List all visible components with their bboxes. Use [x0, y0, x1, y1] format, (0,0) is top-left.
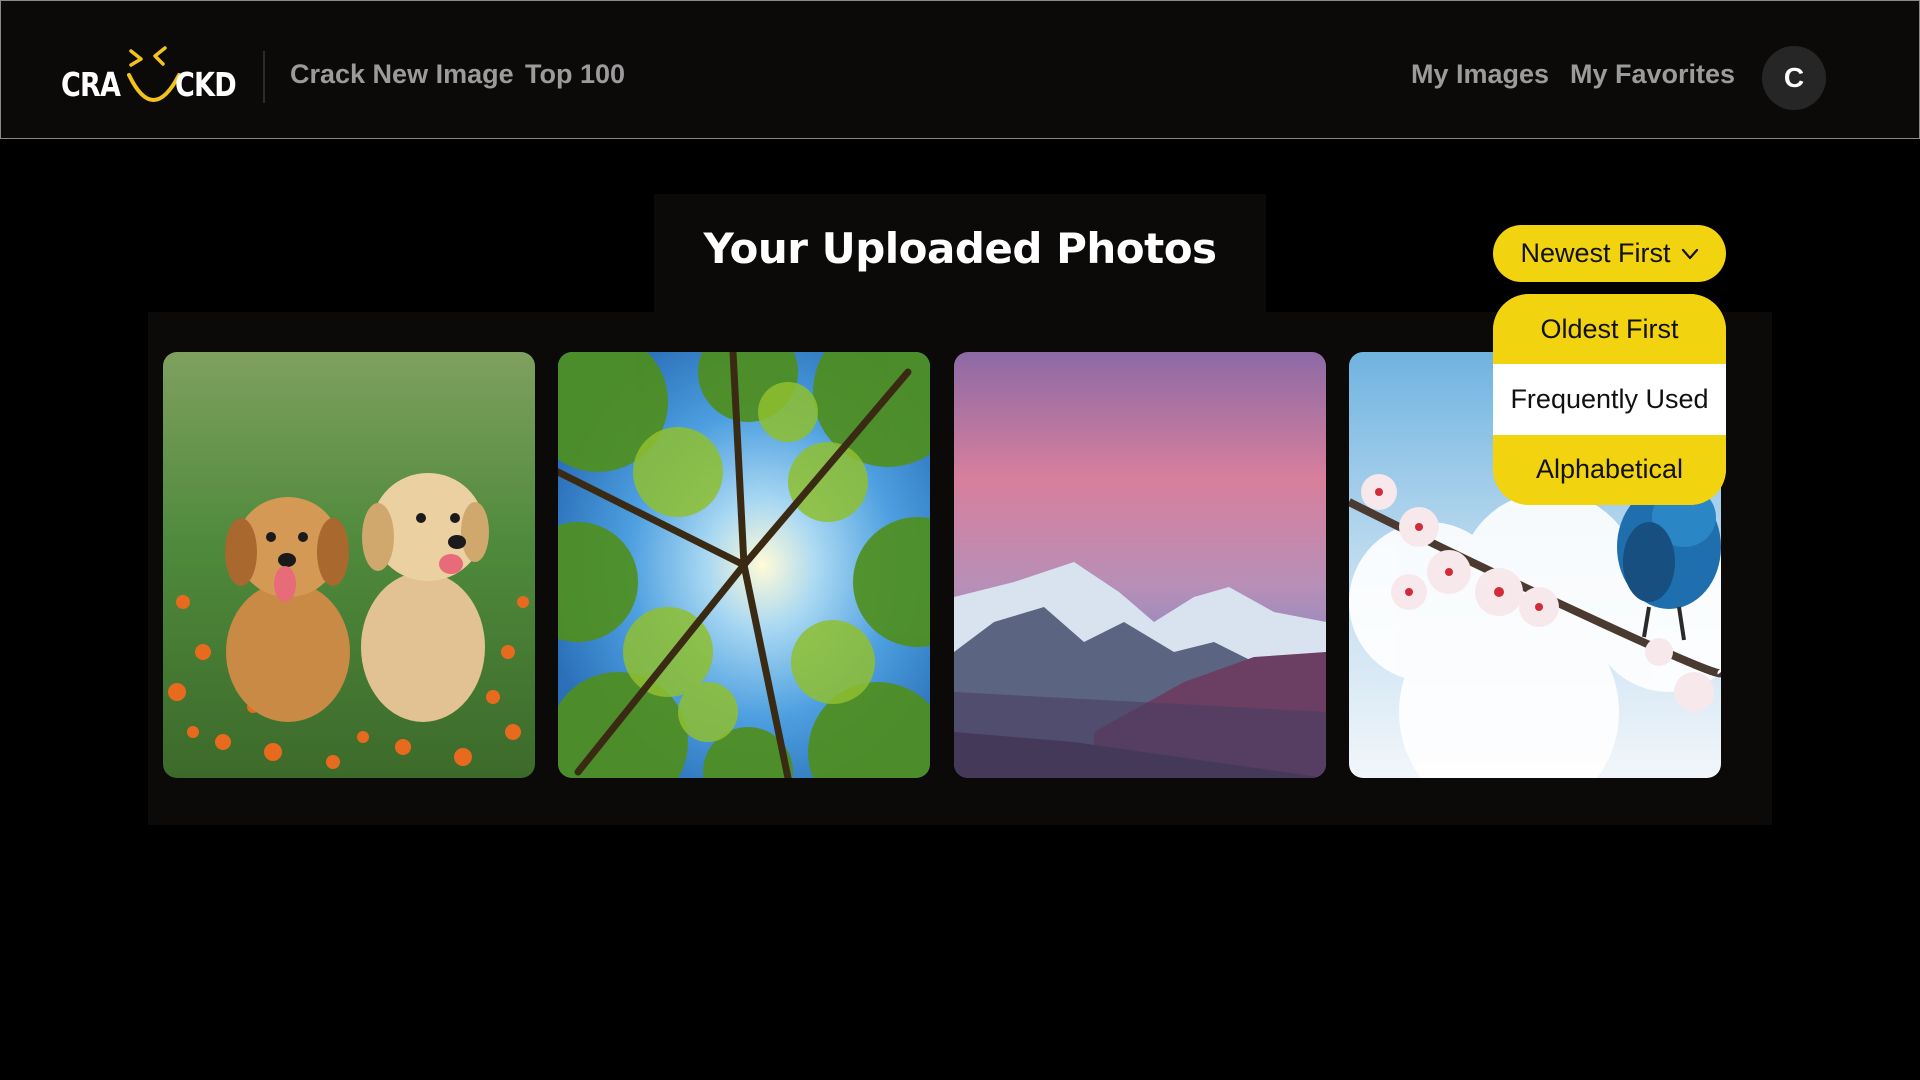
nav-my-favorites[interactable]: My Favorites	[1570, 59, 1735, 90]
photo-card-tree-canopy[interactable]	[558, 352, 930, 778]
mountains-photo	[954, 352, 1326, 778]
tree-canopy-photo	[558, 352, 930, 778]
top-navigation-bar: CRA CKD Crack New Image Top 100 My Image…	[0, 0, 1920, 139]
logo-text-left: CRA	[61, 65, 121, 104]
sort-option-oldest-first[interactable]: Oldest First	[1493, 294, 1726, 365]
avatar-initial: C	[1783, 62, 1805, 93]
title-tab: Your Uploaded Photos	[654, 194, 1266, 314]
nav-my-images[interactable]: My Images	[1411, 59, 1549, 90]
photo-card-puppies[interactable]	[163, 352, 535, 778]
nav-top-100[interactable]: Top 100	[525, 59, 625, 90]
user-avatar[interactable]: C	[1762, 46, 1826, 110]
nav-crack-new-image[interactable]: Crack New Image	[290, 59, 514, 90]
photo-card-mountains[interactable]	[954, 352, 1326, 778]
puppies-photo	[163, 352, 535, 778]
logo-text-right: CKD	[175, 65, 237, 104]
sort-option-frequently-used[interactable]: Frequently Used	[1493, 364, 1726, 435]
sort-option-alphabetical[interactable]: Alphabetical	[1493, 434, 1726, 505]
sort-selected-label: Newest First	[1520, 238, 1671, 268]
page-title: Your Uploaded Photos	[703, 224, 1217, 273]
crackd-logo[interactable]: CRA CKD	[61, 45, 237, 111]
header-divider	[263, 51, 265, 103]
sort-dropdown-menu: Oldest First Frequently Used Alphabetica…	[1493, 294, 1726, 505]
chevron-down-icon	[1681, 248, 1698, 259]
sort-dropdown-button[interactable]: Newest First	[1493, 225, 1726, 282]
